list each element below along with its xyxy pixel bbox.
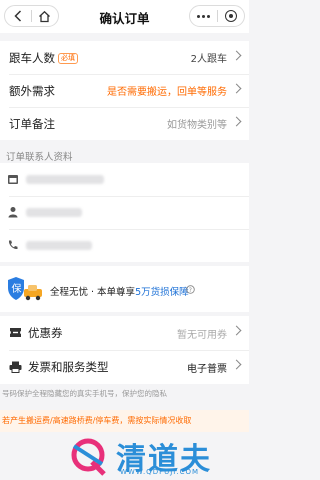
q-logo-icon [71,438,106,476]
payment-options-card: 优惠券 暂无可用券 发票和服务类型 电子普票 [0,316,249,384]
order-options-card: 跟车人数 必填 2人跟车 额外需求 是否需要搬运，回单等服务 订单备注 如货物类别… [0,41,249,140]
required-badge: 必填 [58,52,78,64]
contact-name-row[interactable] [0,196,249,229]
order-remark-placeholder: 如货物类别等 [167,120,227,131]
chevron-right-icon [231,116,242,127]
fee-notice-banner: 若产生搬运费/高速路桥费/停车费，需按实际情况收取 [0,410,249,432]
contact-time-row[interactable] [0,163,249,196]
privacy-footnote: 号码保护全程隐藏您的真实手机号，保护您的隐私 [2,389,167,398]
miniprogram-capsule [189,5,245,27]
contact-phone-row[interactable] [0,229,249,262]
more-dots-icon [196,14,210,18]
passenger-count-row[interactable]: 跟车人数 必填 2人跟车 [0,41,249,74]
close-miniprogram-button[interactable] [218,5,245,27]
more-button[interactable] [190,5,217,27]
phone-icon [8,240,18,250]
svg-text:?: ? [189,287,192,294]
redacted-time [26,175,104,184]
calendar-icon [8,175,18,184]
svg-text:保: 保 [12,282,22,295]
coupon-label: 优惠券 [28,326,63,340]
shield-insurance-icon: 保 [8,277,42,301]
invoice-value: 电子普票 [187,363,227,375]
question-circle-icon[interactable]: ? [186,285,195,294]
target-icon [224,10,237,22]
insurance-promo-banner[interactable]: 保 全程无忧 · 本单尊享5万货损保障 ? [0,266,249,312]
coupon-row[interactable]: 优惠券 暂无可用券 [0,316,249,350]
chevron-right-icon [231,83,242,94]
invoice-label: 发票和服务类型 [28,360,109,374]
chevron-right-icon [231,359,242,370]
redacted-name [26,208,82,217]
contact-section-title: 订单联系人资料 [6,152,73,163]
chevron-right-icon [231,50,242,61]
extra-needs-label: 额外需求 [9,83,55,98]
watermark-logo: 清道夫 WWW.QDFUJI.COM [66,434,236,478]
order-remark-label: 订单备注 [9,116,55,131]
printer-icon [9,361,22,373]
coupon-icon [10,328,21,337]
watermark-url: WWW.QDFUJI.COM [120,468,200,476]
invoice-row[interactable]: 发票和服务类型 电子普票 [0,350,249,384]
person-icon [8,207,18,218]
order-remark-row[interactable]: 订单备注 如货物类别等 [0,107,249,140]
extra-needs-value: 是否需要搬运，回单等服务 [107,87,227,98]
redacted-phone [26,241,92,250]
contact-card [0,163,249,262]
insurance-promo-text: 全程无忧 · 本单尊享5万货损保障 [50,287,189,298]
top-navigation-bar: 确认订单 [0,0,249,33]
passenger-count-value: 2人跟车 [190,54,227,65]
coupon-value: 暂无可用券 [177,329,227,341]
chevron-right-icon [231,325,242,336]
passenger-count-label: 跟车人数 必填 [9,50,78,66]
extra-needs-row[interactable]: 额外需求 是否需要搬运，回单等服务 [0,74,249,107]
separator [0,33,249,41]
